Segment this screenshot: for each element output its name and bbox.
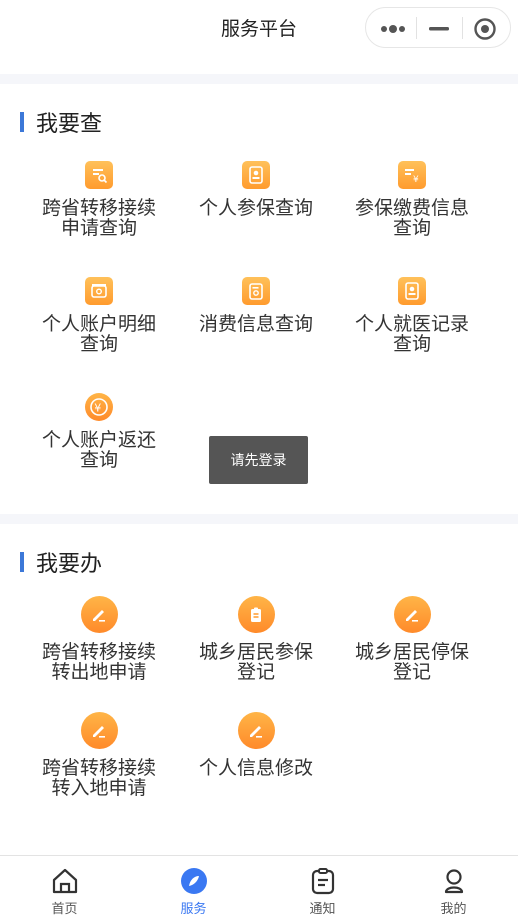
clipboard-icon (308, 866, 338, 896)
compass-icon (179, 866, 209, 896)
query-section-title: 我要查 (20, 110, 102, 136)
person-card-icon (398, 277, 426, 305)
handle-item-resident-stop[interactable]: 城乡居民停保登记 (342, 596, 482, 683)
handle-item-transfer-out[interactable]: 跨省转移接续转出地申请 (29, 596, 169, 683)
mini-program-capsule (365, 7, 511, 48)
query-item-consumption-info[interactable]: 消费信息查询 (186, 277, 326, 335)
item-label: 消费信息查询 (198, 314, 313, 335)
section-divider (0, 514, 518, 524)
handle-item-resident-register[interactable]: 城乡居民参保登记 (186, 596, 326, 683)
tab-mine[interactable]: 我的 (389, 856, 518, 920)
query-item-medical-record[interactable]: 个人就医记录查询 (342, 277, 482, 355)
item-label: 个人参保查询 (198, 198, 313, 219)
person-card-icon (242, 161, 270, 189)
handle-item-transfer-in[interactable]: 跨省转移接续转入地申请 (29, 712, 169, 799)
handle-section-title: 我要办 (20, 550, 102, 576)
home-icon (50, 866, 80, 896)
more-dots-icon (381, 24, 405, 33)
item-label: 个人信息修改 (198, 758, 313, 779)
query-item-personal-insurance[interactable]: 个人参保查询 (186, 161, 326, 219)
query-item-payment-info[interactable]: ¥ 参保缴费信息查询 (342, 161, 482, 239)
edit-icon (237, 712, 275, 749)
search-doc-icon (242, 277, 270, 305)
section-divider (0, 74, 518, 84)
user-icon (439, 866, 469, 896)
svg-text:¥: ¥ (413, 175, 419, 185)
search-doc-icon (85, 161, 113, 189)
register-icon (237, 596, 275, 633)
tab-service[interactable]: 服务 (129, 856, 258, 920)
yuan-return-icon: ¥ (85, 393, 113, 421)
title-accent-bar (20, 552, 24, 572)
wallet-search-icon (85, 277, 113, 305)
query-item-account-refund[interactable]: ¥ 个人账户返还查询 (29, 393, 169, 471)
item-label: 个人就医记录查询 (354, 314, 469, 355)
tab-home[interactable]: 首页 (0, 856, 129, 920)
item-label: 城乡居民参保登记 (198, 642, 313, 683)
item-label: 跨省转移接续转入地申请 (41, 758, 156, 799)
item-label: 个人账户明细查询 (41, 314, 156, 355)
handle-section: 我要办 跨省转移接续转出地申请 城乡居民参保登记 城乡居民停保登记 跨省转移接续… (0, 524, 518, 855)
minimize-button[interactable] (416, 8, 462, 49)
query-item-transfer-application[interactable]: 跨省转移接续申请查询 (29, 161, 169, 239)
query-item-account-detail[interactable]: 个人账户明细查询 (29, 277, 169, 355)
svg-text:¥: ¥ (94, 402, 101, 415)
edit-icon (80, 596, 118, 633)
bottom-tab-bar: 首页 服务 通知 我的 (0, 855, 518, 920)
handle-item-personal-info[interactable]: 个人信息修改 (186, 712, 326, 779)
close-app-button[interactable] (462, 8, 508, 49)
title-accent-bar (20, 112, 24, 132)
login-toast: 请先登录 (209, 436, 308, 484)
item-label: 城乡居民停保登记 (354, 642, 469, 683)
edit-icon (393, 596, 431, 633)
more-button[interactable] (370, 8, 416, 49)
item-label: 个人账户返还查询 (41, 430, 156, 471)
tab-notice[interactable]: 通知 (258, 856, 387, 920)
item-label: 跨省转移接续申请查询 (41, 198, 156, 239)
yuan-doc-icon: ¥ (398, 161, 426, 189)
item-label: 参保缴费信息查询 (354, 198, 469, 239)
target-icon (474, 17, 496, 40)
header-bar: 服务平台 (0, 0, 518, 72)
edit-icon (80, 712, 118, 749)
item-label: 跨省转移接续转出地申请 (41, 642, 156, 683)
minus-icon (429, 26, 449, 30)
